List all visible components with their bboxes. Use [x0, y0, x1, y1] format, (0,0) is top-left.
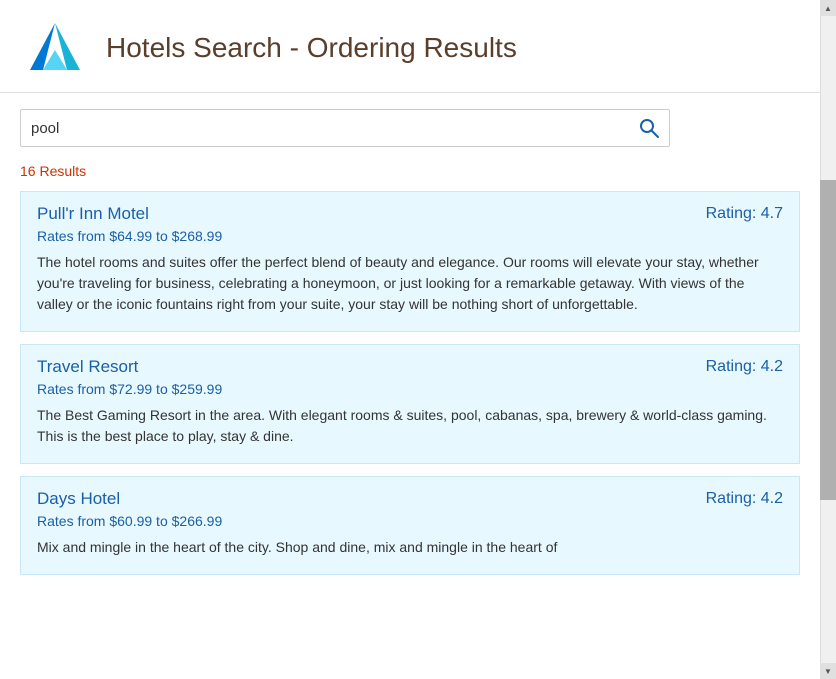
logo-container: [20, 18, 90, 78]
hotel-rating-1: Rating: 4.7: [706, 205, 783, 223]
hotel-card-3: Days Hotel Rating: 4.2 Rates from $60.99…: [20, 476, 800, 575]
hotel-card-2: Travel Resort Rating: 4.2 Rates from $72…: [20, 344, 800, 464]
search-input[interactable]: [31, 120, 639, 137]
hotel-name-2[interactable]: Travel Resort: [37, 357, 138, 377]
hotel-rating-3: Rating: 4.2: [706, 490, 783, 508]
scrollbar-thumb[interactable]: [820, 180, 836, 500]
search-box: [20, 109, 670, 147]
hotel-description-2: The Best Gaming Resort in the area. With…: [37, 405, 783, 447]
hotel-description-3: Mix and mingle in the heart of the city.…: [37, 537, 783, 558]
hotel-description-1: The hotel rooms and suites offer the per…: [37, 252, 783, 315]
hotel-rates-2: Rates from $72.99 to $259.99: [37, 381, 783, 397]
hotel-card-header-1: Pull'r Inn Motel Rating: 4.7: [37, 204, 783, 224]
hotel-rates-1: Rates from $64.99 to $268.99: [37, 228, 783, 244]
header: Hotels Search - Ordering Results: [0, 0, 820, 93]
hotel-rating-2: Rating: 4.2: [706, 358, 783, 376]
search-icon: [639, 118, 659, 138]
app-logo: [25, 18, 85, 78]
results-count: 16 Results: [0, 157, 820, 191]
hotel-name-1[interactable]: Pull'r Inn Motel: [37, 204, 149, 224]
hotel-name-3[interactable]: Days Hotel: [37, 489, 120, 509]
hotel-card-header-2: Travel Resort Rating: 4.2: [37, 357, 783, 377]
search-button[interactable]: [639, 118, 659, 138]
search-container: [0, 93, 820, 157]
scrollbar-arrow-down[interactable]: ▼: [820, 663, 836, 679]
results-list: Pull'r Inn Motel Rating: 4.7 Rates from …: [0, 191, 820, 587]
main-content: Hotels Search - Ordering Results 16 Resu…: [0, 0, 820, 587]
hotel-card-header-3: Days Hotel Rating: 4.2: [37, 489, 783, 509]
page-wrapper: Hotels Search - Ordering Results 16 Resu…: [0, 0, 836, 679]
hotel-rates-3: Rates from $60.99 to $266.99: [37, 513, 783, 529]
scrollbar-arrow-up[interactable]: ▲: [820, 0, 836, 16]
hotel-card: Pull'r Inn Motel Rating: 4.7 Rates from …: [20, 191, 800, 332]
page-title: Hotels Search - Ordering Results: [106, 32, 517, 64]
scrollbar-track: ▲ ▼: [820, 0, 836, 679]
